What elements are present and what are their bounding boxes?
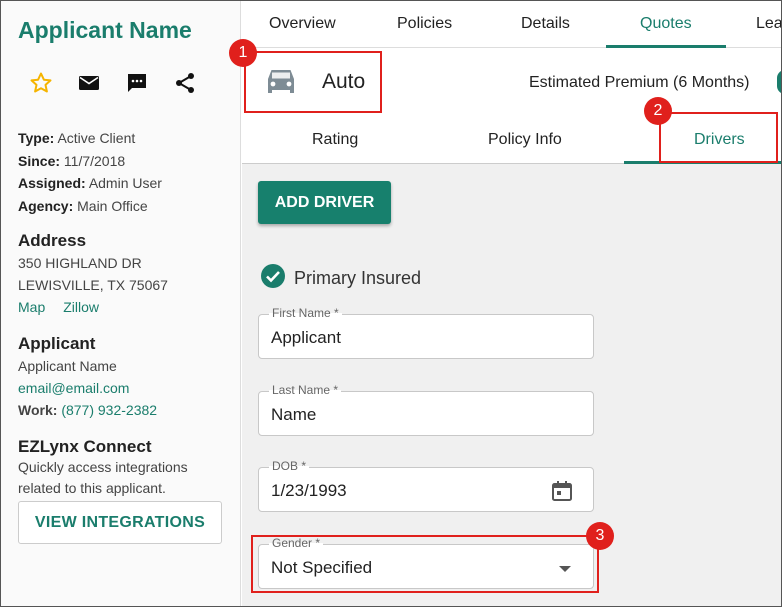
check-circle-icon — [260, 263, 286, 294]
primary-insured-row: Primary Insured — [260, 263, 421, 294]
tab-leads[interactable]: Lea — [756, 15, 781, 33]
ezlynx-desc-line1: Quickly access integrations — [18, 459, 188, 475]
annotation-box-3 — [251, 535, 599, 593]
applicant-heading: Applicant — [18, 334, 96, 353]
assigned-label: Assigned: — [18, 175, 86, 191]
ezlynx-heading: EZLynx Connect — [18, 437, 152, 456]
last-name-field[interactable]: Last Name * Name — [258, 383, 594, 436]
address-line2: LEWISVILLE, TX 75067 — [18, 277, 168, 293]
first-name-label: First Name * — [269, 306, 342, 320]
work-phone-link[interactable]: (877) 932-2382 — [61, 402, 157, 418]
top-nav: Overview Policies Details Quotes Lea — [242, 1, 781, 48]
annotation-badge-2: 2 — [644, 97, 672, 125]
annotation-badge-1: 1 — [229, 39, 257, 67]
first-name-value: Applicant — [271, 328, 341, 347]
annotation-box-1 — [244, 51, 382, 113]
annotation-box-2 — [659, 112, 778, 163]
client-sidebar: Applicant Name Type: Active Client Since… — [1, 1, 241, 606]
dob-label: DOB * — [269, 459, 310, 473]
applicant-name: Applicant Name — [18, 358, 117, 374]
tab-details[interactable]: Details — [521, 15, 570, 33]
calendar-icon[interactable] — [551, 480, 573, 507]
estimated-premium-label: Estimated Premium (6 Months) — [529, 74, 750, 91]
subtab-rating[interactable]: Rating — [312, 131, 358, 149]
tab-policies[interactable]: Policies — [397, 15, 452, 33]
first-name-field[interactable]: First Name * Applicant — [258, 306, 594, 359]
star-icon[interactable] — [29, 71, 53, 95]
view-integrations-button[interactable]: VIEW INTEGRATIONS — [18, 501, 222, 544]
ezlynx-section: EZLynx Connect Quickly access integratio… — [18, 436, 188, 499]
last-name-label: Last Name * — [269, 383, 342, 397]
agency-label: Agency: — [18, 197, 74, 214]
address-section: Address 350 HIGHLAND DR LEWISVILLE, TX 7… — [18, 230, 168, 318]
tab-quotes[interactable]: Quotes — [640, 15, 692, 33]
annotation-badge-3: 3 — [586, 522, 614, 550]
premium-indicator — [777, 70, 781, 94]
applicant-name-title: Applicant Name — [18, 17, 192, 43]
app-window: Applicant Name Type: Active Client Since… — [0, 0, 782, 607]
share-icon[interactable] — [173, 71, 197, 95]
dob-value: 1/23/1993 — [271, 481, 347, 500]
address-heading: Address — [18, 231, 87, 250]
action-icons — [29, 71, 197, 95]
address-line1: 350 HIGHLAND DR — [18, 255, 142, 271]
work-label: Work: — [18, 402, 58, 418]
applicant-section: Applicant Applicant Name email@email.com… — [18, 333, 157, 421]
last-name-value: Name — [271, 405, 317, 424]
type-label: Type: — [18, 130, 55, 146]
since-value: 11/7/2018 — [63, 152, 126, 169]
ezlynx-desc-line2: related to this applicant. — [18, 480, 166, 496]
client-info: Type: Active Client Since: 11/7/2018 Ass… — [18, 127, 162, 217]
since-label: Since: — [18, 152, 61, 169]
email-link[interactable]: email@email.com — [18, 377, 157, 399]
subtab-policy-info[interactable]: Policy Info — [488, 131, 562, 149]
add-driver-button[interactable]: ADD DRIVER — [258, 181, 391, 224]
mail-icon[interactable] — [77, 71, 101, 95]
dob-field[interactable]: DOB * 1/23/1993 — [258, 459, 594, 512]
agency-value: Main Office — [77, 197, 148, 214]
type-value: Active Client — [57, 130, 136, 146]
chat-icon[interactable] — [125, 71, 149, 95]
tab-overview[interactable]: Overview — [269, 15, 336, 33]
map-link[interactable]: Map — [18, 296, 45, 318]
zillow-link[interactable]: Zillow — [63, 296, 99, 318]
assigned-value: Admin User — [88, 175, 162, 191]
primary-insured-label: Primary Insured — [294, 268, 422, 288]
